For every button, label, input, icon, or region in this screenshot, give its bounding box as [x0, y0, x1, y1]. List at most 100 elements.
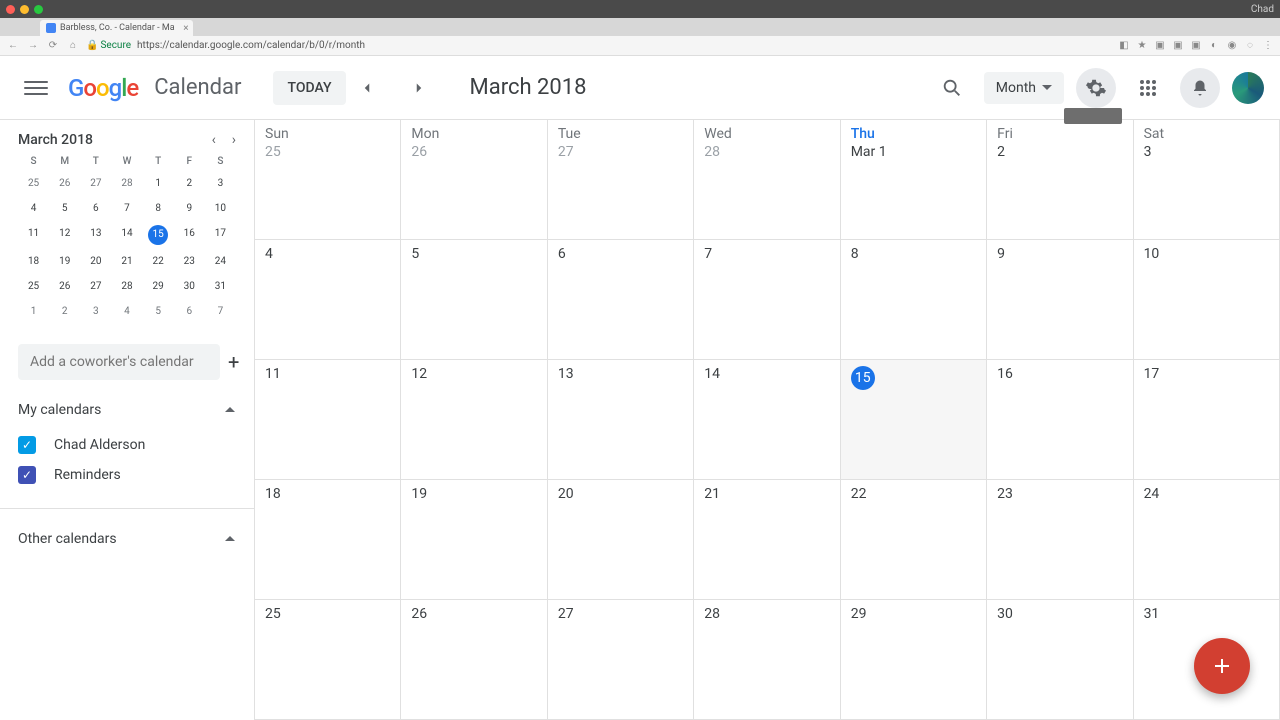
mini-next-month[interactable]: ›	[232, 132, 236, 148]
prev-period-button[interactable]	[358, 68, 398, 108]
day-cell[interactable]: 20	[548, 480, 694, 600]
mini-calendar-day[interactable]: 10	[205, 200, 236, 217]
day-cell[interactable]: 18	[255, 480, 401, 600]
day-cell[interactable]: ThuMar 1	[841, 120, 987, 240]
mini-calendar-day[interactable]: 23	[174, 253, 205, 270]
mini-calendar-day[interactable]: 6	[80, 200, 111, 217]
ext-icon[interactable]: ▣	[1190, 40, 1202, 51]
settings-button[interactable]	[1076, 68, 1116, 108]
browser-back-icon[interactable]: ←	[6, 40, 20, 51]
mini-calendar-day[interactable]: 26	[49, 175, 80, 192]
day-cell[interactable]: 26	[401, 600, 547, 720]
add-coworker-input[interactable]	[18, 344, 220, 380]
ext-icon[interactable]: ◉	[1226, 40, 1238, 51]
ext-icon[interactable]: ★	[1136, 40, 1148, 51]
view-switcher[interactable]: Month	[984, 72, 1064, 104]
day-cell[interactable]: 25	[255, 600, 401, 720]
mini-calendar-day[interactable]: 9	[174, 200, 205, 217]
mini-calendar-day[interactable]: 7	[205, 303, 236, 320]
mini-calendar-day[interactable]: 28	[111, 175, 142, 192]
mini-calendar-day[interactable]: 5	[143, 303, 174, 320]
mini-prev-month[interactable]: ‹	[212, 132, 216, 148]
mini-calendar-day[interactable]: 25	[18, 175, 49, 192]
mini-calendar-day[interactable]: 11	[18, 225, 49, 245]
address-bar[interactable]: https://calendar.google.com/calendar/b/0…	[137, 40, 1112, 51]
mini-calendar-day[interactable]: 25	[18, 278, 49, 295]
mini-calendar-day[interactable]: 24	[205, 253, 236, 270]
mini-calendar-day[interactable]: 1	[143, 175, 174, 192]
calendar-checkbox[interactable]: ✓	[18, 466, 36, 484]
create-event-fab[interactable]	[1194, 638, 1250, 694]
calendar-item[interactable]: ✓Chad Alderson	[18, 430, 236, 460]
mini-calendar-day[interactable]: 6	[174, 303, 205, 320]
next-period-button[interactable]	[410, 68, 450, 108]
mini-calendar-day[interactable]: 27	[80, 278, 111, 295]
day-cell[interactable]: 6	[548, 240, 694, 360]
mini-calendar-day[interactable]: 26	[49, 278, 80, 295]
mini-calendar-day[interactable]: 4	[18, 200, 49, 217]
day-cell[interactable]: 10	[1134, 240, 1280, 360]
maximize-window-icon[interactable]	[34, 5, 43, 14]
mini-calendar-day[interactable]: 21	[111, 253, 142, 270]
my-calendars-toggle[interactable]: My calendars	[18, 402, 236, 418]
mini-calendar-day[interactable]: 5	[49, 200, 80, 217]
day-cell[interactable]: 13	[548, 360, 694, 480]
day-cell[interactable]: 27	[548, 600, 694, 720]
calendar-item[interactable]: ✓Reminders	[18, 460, 236, 490]
day-cell[interactable]: 17	[1134, 360, 1280, 480]
mini-calendar-day[interactable]: 16	[174, 225, 205, 245]
ext-icon[interactable]: ◌	[1244, 40, 1256, 51]
day-cell[interactable]: Tue27	[548, 120, 694, 240]
ext-icon[interactable]: ▣	[1172, 40, 1184, 51]
google-apps-button[interactable]	[1128, 68, 1168, 108]
mini-calendar-day[interactable]: 17	[205, 225, 236, 245]
day-cell[interactable]: 8	[841, 240, 987, 360]
day-cell[interactable]: Fri2	[987, 120, 1133, 240]
browser-menu-icon[interactable]: ⋮	[1262, 40, 1274, 51]
day-cell[interactable]: 21	[694, 480, 840, 600]
mini-calendar-day[interactable]: 22	[143, 253, 174, 270]
mini-calendar-day[interactable]: 28	[111, 278, 142, 295]
day-cell[interactable]: 7	[694, 240, 840, 360]
mini-calendar-day[interactable]: 15	[148, 225, 168, 245]
day-cell[interactable]: 30	[987, 600, 1133, 720]
mini-calendar-day[interactable]: 2	[49, 303, 80, 320]
today-button[interactable]: TODAY	[273, 71, 345, 105]
day-cell[interactable]: 16	[987, 360, 1133, 480]
google-logo[interactable]: Google	[68, 74, 138, 102]
mini-calendar-day[interactable]: 3	[205, 175, 236, 192]
window-controls[interactable]	[6, 5, 43, 14]
mini-calendar-day[interactable]: 7	[111, 200, 142, 217]
mini-calendar-day[interactable]: 4	[111, 303, 142, 320]
notifications-button[interactable]	[1180, 68, 1220, 108]
mini-calendar-day[interactable]: 1	[18, 303, 49, 320]
mini-calendar-month[interactable]: March 2018	[18, 132, 93, 148]
browser-reload-icon[interactable]: ⟳	[46, 40, 60, 51]
day-cell[interactable]: 22	[841, 480, 987, 600]
add-calendar-button[interactable]: +	[228, 350, 239, 374]
ext-icon[interactable]: ▣	[1154, 40, 1166, 51]
day-cell[interactable]: 11	[255, 360, 401, 480]
calendar-checkbox[interactable]: ✓	[18, 436, 36, 454]
browser-home-icon[interactable]: ⌂	[66, 40, 80, 51]
search-button[interactable]	[932, 68, 972, 108]
mini-calendar-day[interactable]: 31	[205, 278, 236, 295]
current-period-label[interactable]: March 2018	[470, 75, 587, 100]
mini-calendar-day[interactable]: 29	[143, 278, 174, 295]
mini-calendar-day[interactable]: 27	[80, 175, 111, 192]
day-cell[interactable]: 14	[694, 360, 840, 480]
mini-calendar-day[interactable]: 13	[80, 225, 111, 245]
mini-calendar-day[interactable]: 18	[18, 253, 49, 270]
day-cell[interactable]: 4	[255, 240, 401, 360]
browser-tab[interactable]: Barbless, Co. - Calendar - Ma ×	[40, 20, 193, 36]
day-cell[interactable]: Mon26	[401, 120, 547, 240]
month-grid[interactable]: Sun25Mon26Tue27Wed28ThuMar 1Fri2Sat34567…	[255, 120, 1280, 720]
ext-icon[interactable]: ◧	[1118, 40, 1130, 51]
secure-indicator[interactable]: 🔒 Secure	[86, 40, 131, 51]
main-menu-button[interactable]	[16, 68, 56, 108]
day-cell[interactable]: Sat3	[1134, 120, 1280, 240]
day-cell[interactable]: 5	[401, 240, 547, 360]
other-calendars-toggle[interactable]: Other calendars	[18, 531, 236, 547]
day-cell[interactable]: 29	[841, 600, 987, 720]
mini-calendar-day[interactable]: 2	[174, 175, 205, 192]
